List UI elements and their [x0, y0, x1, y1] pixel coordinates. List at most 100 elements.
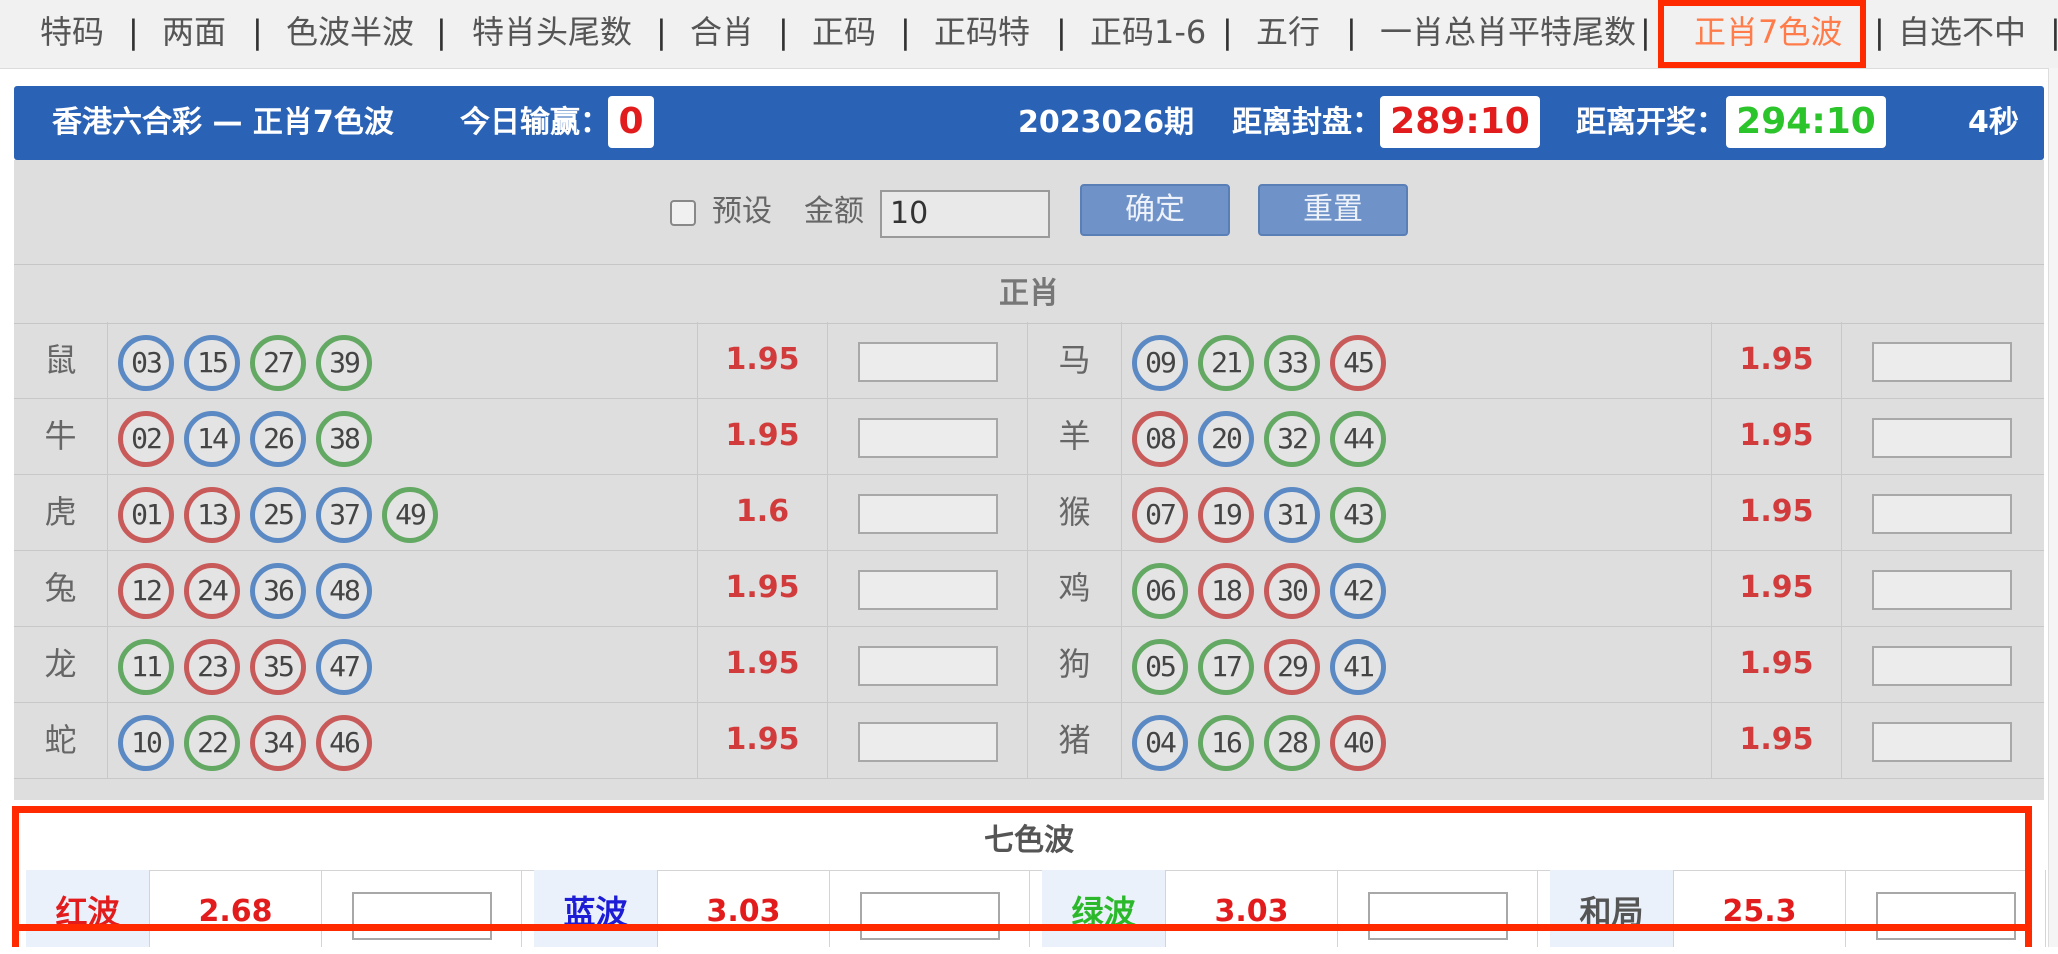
ball-group: 10 22 34 46 — [108, 702, 698, 778]
period-number: 2023026期 — [1018, 105, 1195, 140]
odds-value: 1.95 — [1712, 398, 1842, 474]
scroll-edge — [2048, 68, 2058, 947]
number-ball: 22 — [184, 715, 240, 771]
number-ball: 06 — [1132, 563, 1188, 619]
nav-separator: | — [900, 13, 911, 51]
bet-cell — [828, 322, 1028, 398]
zodiac-row: 兔 12 24 36 48 1.95 鸡 06 18 30 42 1.95 — [14, 550, 2044, 627]
bet-cell — [1842, 702, 2042, 778]
number-ball: 45 — [1330, 335, 1386, 391]
odds-value: 1.95 — [1712, 322, 1842, 398]
number-ball: 44 — [1330, 411, 1386, 467]
number-ball: 03 — [118, 335, 174, 391]
wave-bet-input[interactable] — [1368, 892, 1508, 940]
zodiac-label: 马 — [1028, 322, 1122, 398]
bet-amount-input[interactable] — [858, 646, 998, 686]
bet-cell — [1842, 398, 2042, 474]
odds-value: 1.95 — [1712, 702, 1842, 778]
nav-item-5[interactable]: 正码 — [812, 10, 876, 54]
game-header-bar: 香港六合彩 — 正肖7色波 今日输赢： 0 2023026期 距离封盘： 289… — [14, 86, 2044, 160]
ball-group: 12 24 36 48 — [108, 550, 698, 626]
wave-label: 和局 — [1550, 870, 1674, 947]
nav-item-4[interactable]: 合肖 — [690, 10, 754, 54]
nav-item-1[interactable]: 两面 — [162, 10, 226, 54]
bet-cell — [828, 702, 1028, 778]
number-ball: 17 — [1198, 639, 1254, 695]
number-ball: 16 — [1198, 715, 1254, 771]
bet-amount-input[interactable] — [858, 418, 998, 458]
bet-cell — [828, 550, 1028, 626]
bet-amount-input[interactable] — [858, 494, 998, 534]
number-ball: 33 — [1264, 335, 1320, 391]
number-ball: 43 — [1330, 487, 1386, 543]
bet-amount-input[interactable] — [1872, 494, 2012, 534]
wave-bet-input[interactable] — [352, 892, 492, 940]
close-countdown-label: 距离封盘： — [1232, 105, 1382, 140]
wave-label: 红波 — [26, 870, 150, 947]
number-ball: 41 — [1330, 639, 1386, 695]
wave-bet-input[interactable] — [1876, 892, 2016, 940]
ball-group: 09 21 33 45 — [1122, 322, 1712, 398]
number-ball: 11 — [118, 639, 174, 695]
nav-item-3[interactable]: 特肖头尾数 — [472, 10, 632, 54]
bet-amount-input[interactable] — [858, 722, 998, 762]
preset-checkbox[interactable] — [670, 200, 696, 226]
wave-odds: 3.03 — [658, 870, 830, 947]
number-ball: 42 — [1330, 563, 1386, 619]
number-ball: 46 — [316, 715, 372, 771]
bet-cell — [1842, 474, 2042, 550]
wave-label: 绿波 — [1042, 870, 1166, 947]
nav-separator: | — [436, 13, 447, 51]
number-ball: 25 — [250, 487, 306, 543]
nav-item-6[interactable]: 正码特 — [934, 10, 1030, 54]
nav-item-11[interactable]: 自选不中 — [1898, 10, 2026, 54]
zodiac-label: 蛇 — [14, 702, 108, 778]
bet-amount-input[interactable] — [1872, 418, 2012, 458]
bet-cell — [828, 398, 1028, 474]
ball-group: 08 20 32 44 — [1122, 398, 1712, 474]
number-ball: 12 — [118, 563, 174, 619]
odds-value: 1.95 — [698, 626, 828, 702]
wave-bet-input[interactable] — [860, 892, 1000, 940]
bet-amount-input[interactable] — [1872, 342, 2012, 382]
number-ball: 13 — [184, 487, 240, 543]
number-ball: 38 — [316, 411, 372, 467]
number-ball: 15 — [184, 335, 240, 391]
amount-input[interactable]: 10 — [880, 190, 1050, 238]
bet-amount-input[interactable] — [1872, 570, 2012, 610]
close-countdown-value: 289:10 — [1380, 96, 1540, 148]
wave-highlight-bottom — [12, 924, 2032, 931]
bet-cell — [828, 474, 1028, 550]
bet-amount-input[interactable] — [858, 570, 998, 610]
reset-button[interactable]: 重置 — [1258, 184, 1408, 236]
ball-group: 04 16 28 40 — [1122, 702, 1712, 778]
nav-item-0[interactable]: 特码 — [40, 10, 104, 54]
nav-item-7[interactable]: 正码1-6 — [1090, 10, 1206, 54]
nav-item-9[interactable]: 一肖总肖平特尾数 — [1380, 10, 1636, 54]
ball-group: 01 13 25 37 49 — [108, 474, 698, 550]
ball-group: 03 15 27 39 — [108, 322, 698, 398]
number-ball: 10 — [118, 715, 174, 771]
bet-cell — [828, 626, 1028, 702]
today-result-value: 0 — [608, 96, 654, 148]
number-ball: 05 — [1132, 639, 1188, 695]
number-ball: 35 — [250, 639, 306, 695]
odds-value: 1.95 — [698, 550, 828, 626]
nav-item-8[interactable]: 五行 — [1256, 10, 1320, 54]
nav-item-2[interactable]: 色波半波 — [286, 10, 414, 54]
number-ball: 30 — [1264, 563, 1320, 619]
bet-amount-input[interactable] — [1872, 722, 2012, 762]
confirm-button[interactable]: 确定 — [1080, 184, 1230, 236]
wave-bet-cell — [322, 870, 522, 947]
zodiac-label: 猪 — [1028, 702, 1122, 778]
nav-separator: | — [1222, 13, 1233, 51]
bet-amount-input[interactable] — [1872, 646, 2012, 686]
wave-bet-cell — [1846, 870, 2046, 947]
draw-countdown-label: 距离开奖： — [1576, 105, 1726, 140]
number-ball: 36 — [250, 563, 306, 619]
number-ball: 20 — [1198, 411, 1254, 467]
number-ball: 01 — [118, 487, 174, 543]
bet-amount-input[interactable] — [858, 342, 998, 382]
nav-separator: | — [1056, 13, 1067, 51]
nav-item-10[interactable]: 正肖7色波 — [1694, 10, 1842, 54]
